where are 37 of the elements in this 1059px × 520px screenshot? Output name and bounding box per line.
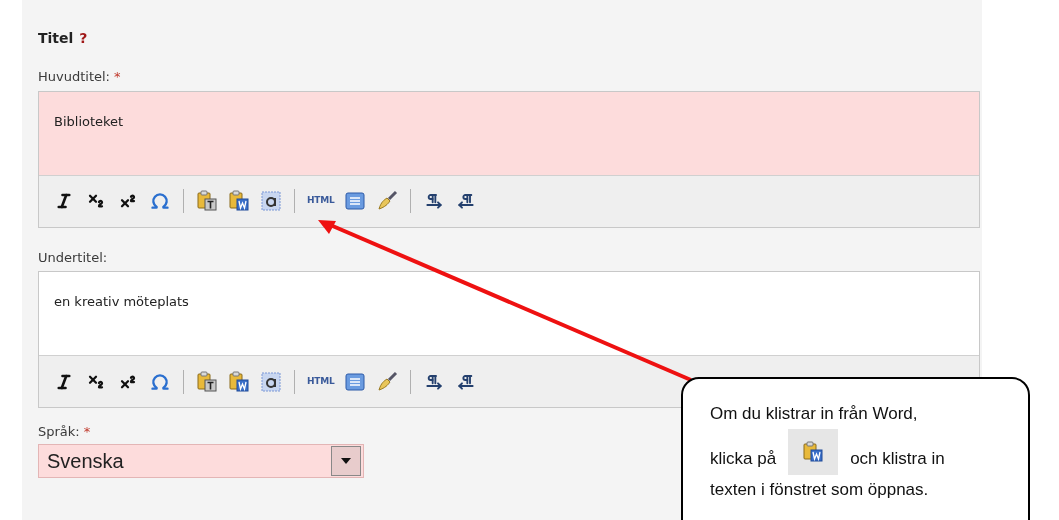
required-asterisk: * [114, 68, 121, 86]
callout-text: och klistra in [850, 447, 945, 470]
document-icon [345, 372, 366, 391]
language-dropdown[interactable]: Svenska [38, 443, 364, 478]
text-input-field[interactable]: Biblioteket [39, 91, 979, 176]
selection-icon [261, 371, 281, 392]
clipboard-icon [196, 370, 218, 393]
callout-text: texten i fönstret som öppnas. [710, 478, 930, 501]
clipboard-icon [228, 190, 250, 212]
html-source-button[interactable]: HTML [305, 367, 337, 396]
brush-icon [376, 190, 399, 212]
section-title: Titel [38, 29, 74, 48]
superscript-icon [119, 192, 137, 210]
field-label: Språk: [38, 423, 80, 441]
pilcrow-right-icon [426, 373, 443, 390]
pilcrow-left-icon [458, 193, 475, 209]
field-label: Undertitel: [38, 248, 108, 267]
paste-from-word-icon [802, 440, 825, 463]
subscript-icon [87, 192, 105, 210]
text-input-field[interactable]: en kreativ möteplats [39, 272, 979, 356]
html-source-button[interactable]: HTML [305, 187, 337, 215]
required-asterisk: * [83, 423, 91, 441]
document-icon [345, 192, 366, 210]
clipboard-icon [196, 190, 218, 212]
omega-icon [150, 371, 170, 392]
omega-icon [150, 191, 170, 211]
pilcrow-right-icon [426, 193, 443, 209]
italic-icon [55, 372, 73, 391]
help-link[interactable]: ? [79, 28, 88, 49]
pilcrow-left-icon [458, 373, 475, 390]
callout-text: klicka på [710, 447, 777, 470]
italic-icon [55, 192, 73, 210]
selection-icon [261, 191, 281, 211]
callout-text: Om du klistrar in från Word, [710, 403, 919, 425]
field-label: Huvudtitel: [38, 68, 110, 86]
clipboard-icon [228, 370, 250, 393]
brush-icon [376, 370, 399, 393]
